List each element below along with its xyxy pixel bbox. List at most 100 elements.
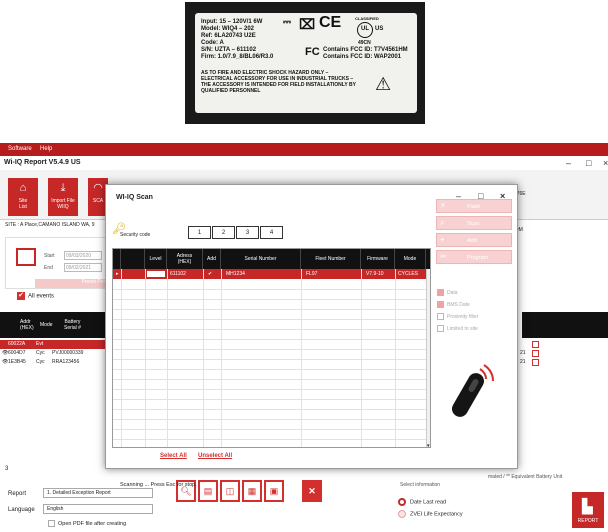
col-level[interactable]: Level (145, 249, 167, 269)
start-date-input[interactable]: 09/03/2020 (64, 251, 102, 260)
flash-icon: ⚡︎ (440, 201, 446, 210)
col-firmware[interactable]: Firmware (361, 249, 395, 269)
security-code-3[interactable]: 3 (236, 226, 259, 239)
scroll-down-icon[interactable]: ▾ (427, 443, 430, 447)
col-add[interactable]: Add (203, 249, 221, 269)
label-line: Firm: 1.0/7.9_8/BL06/R3.0 (201, 54, 274, 60)
bms-date-label: BMS Date (447, 301, 470, 308)
program-button[interactable]: ✂︎ Program (436, 250, 512, 264)
col-mode[interactable]: Mode (40, 322, 53, 328)
flash-label: Flash (467, 204, 481, 210)
grid-row-line (113, 429, 426, 430)
title-bar: Wi-IQ Report V5.4.9 US – □ × (0, 156, 608, 170)
end-date-input[interactable]: 09/02/2021 (64, 263, 102, 272)
us-text: US (375, 26, 384, 32)
print-icon[interactable]: ▣ (264, 480, 284, 502)
proximity-filter-option[interactable]: Proximity filter (437, 313, 478, 320)
date-last-read-label: Date Last read (410, 499, 447, 506)
select-all-link[interactable]: Select All (160, 453, 187, 459)
minimize-icon[interactable]: – (566, 158, 571, 168)
security-code-1[interactable]: 1 (188, 226, 211, 239)
flash-button[interactable]: ⚡︎ Flash (436, 199, 512, 213)
add-checkmark[interactable]: ✔ (205, 269, 212, 279)
select-info-label: Select information (400, 482, 441, 488)
plus-icon: + (440, 235, 445, 244)
grid-row-line (113, 379, 426, 380)
import-file-button[interactable]: ⤓ Import File WIIQ (48, 178, 78, 216)
col-indicator (113, 249, 121, 269)
import-file-label: Import File WIIQ (51, 198, 75, 210)
table-row[interactable]: 60022A Evt (0, 340, 108, 349)
report-label: Report (8, 491, 27, 497)
firmware-cell: V7.9-10 (366, 271, 384, 277)
limited-to-site-option[interactable]: Limited to site (437, 325, 478, 332)
scan-dialog-button[interactable]: ⌕ Scan (436, 216, 512, 230)
grid-row-line (113, 399, 426, 400)
row-checkbox[interactable] (532, 341, 539, 348)
grid-row-line (113, 299, 426, 300)
preset-period-button[interactable]: Preset Perio (35, 279, 115, 288)
menu-bar: Software Help (0, 143, 608, 156)
grid-col-line (361, 269, 362, 447)
data-option[interactable]: Data (437, 289, 458, 296)
fcc-logo-icon: FC (305, 46, 320, 58)
zvei-label: ZVEI Life Expectancy (410, 511, 463, 518)
all-events-checkbox[interactable]: ✔ All events (17, 292, 54, 300)
wi-iq-scan-dialog: WI-IQ Scan – □ × 🔑︎ Security code 1 2 3 … (105, 184, 518, 469)
col-mode[interactable]: Mode (395, 249, 426, 269)
date-last-read-radio[interactable]: Date Last read (398, 498, 446, 506)
menu-help[interactable]: Help (40, 146, 52, 152)
cell-mode: Cyc (36, 350, 45, 356)
document-icon[interactable]: ▦ (242, 480, 262, 502)
grid-col-line (145, 269, 146, 447)
security-code-4[interactable]: 4 (260, 226, 283, 239)
add-button[interactable]: + Add (436, 233, 512, 247)
dialog-title: WI-IQ Scan (116, 194, 153, 201)
col-serial-number[interactable]: Serial Number (221, 249, 301, 269)
scan-row[interactable]: ▸ 611102 ✔ MH1234 FL97 V7.9-10 CYCLES (113, 269, 430, 279)
menu-software[interactable]: Software (8, 146, 32, 152)
delete-icon[interactable]: ✕ (302, 480, 322, 502)
security-code-2[interactable]: 2 (212, 226, 235, 239)
table-row[interactable]: 👁 1E3B45 Cyc RRA123456 (0, 358, 108, 367)
language-label: Language (8, 507, 35, 513)
scan-results-grid: Level Adress (HEX) Add Serial Number Fle… (112, 248, 431, 448)
col-addr[interactable]: Addr (HEX) (20, 319, 34, 331)
right-table-header (522, 312, 608, 338)
wi-iq-device-icon (452, 364, 494, 417)
report-button[interactable]: ▙ REPORT (572, 492, 604, 528)
report-icon: ▙ (582, 498, 593, 514)
label-line: Code: A (201, 40, 224, 46)
row-checkbox[interactable] (532, 359, 539, 366)
fleet-cell: FL97 (306, 271, 318, 277)
zvei-radio[interactable]: ZVEI Life Expectancy (398, 510, 463, 518)
site-list-label: Site List (18, 198, 28, 210)
fcc-id-2: Contains FCC ID: WAP2001 (323, 54, 402, 60)
table-row[interactable]: 👁 6004D7 Cyc PVJ00000339 (0, 349, 108, 358)
home-icon: ⌂ (19, 182, 27, 194)
site-list-button[interactable]: ⌂ Site List (8, 178, 38, 216)
close-icon[interactable]: × (603, 158, 608, 168)
unselect-all-link[interactable]: Unselect All (198, 453, 232, 459)
report-select[interactable]: 1. Detailed Exception Report (43, 488, 153, 498)
vertical-scrollbar[interactable]: ▾ (426, 269, 430, 447)
open-pdf-checkbox[interactable]: Open PDF file after creating (48, 520, 126, 527)
program-label: Program (467, 255, 489, 261)
limited-label: Limited to site (447, 325, 478, 332)
col-fleet-number[interactable]: Fleet Number (301, 249, 361, 269)
left-table-header: Addr (HEX) Mode Battery Serial # (0, 312, 108, 338)
col-select (121, 249, 145, 269)
maximize-icon[interactable]: □ (586, 158, 591, 168)
scan-label: Scan (467, 221, 480, 227)
bms-date-option[interactable]: BMS Date (437, 301, 470, 308)
row-checkbox[interactable] (532, 350, 539, 357)
calendar-icon[interactable] (16, 248, 36, 266)
app-title: Wi-IQ Report V5.4.9 US (4, 159, 81, 166)
language-select[interactable]: English (43, 504, 153, 514)
pdf-icon[interactable]: ▤ (198, 480, 218, 502)
wifi-icon: ◠ (93, 182, 103, 194)
preview-icon[interactable]: ◫ (220, 480, 240, 502)
classified-text: CLASSIFIED (355, 16, 379, 21)
col-serial[interactable]: Battery Serial # (64, 319, 81, 331)
col-adress[interactable]: Adress (HEX) (167, 249, 203, 269)
